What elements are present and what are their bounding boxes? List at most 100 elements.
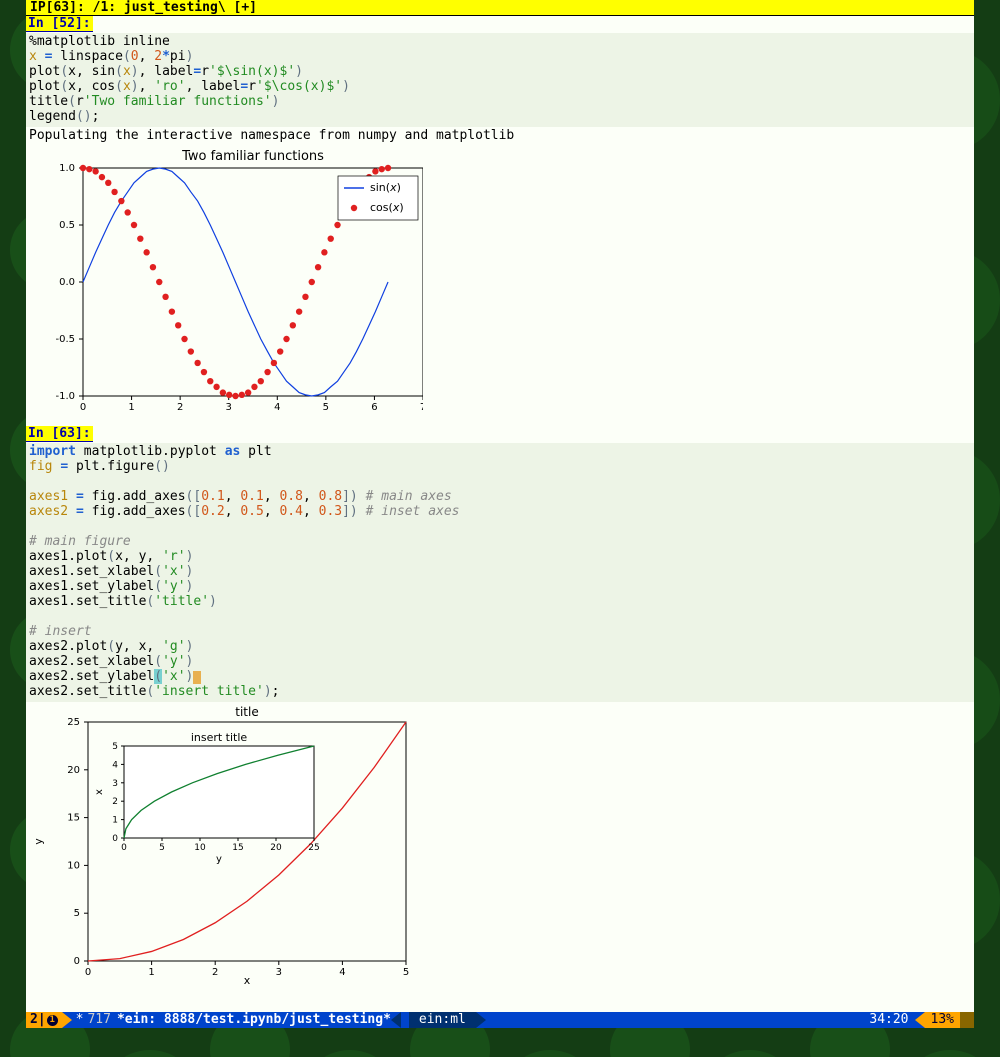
cursor: [193, 671, 201, 684]
svg-text:20: 20: [67, 765, 80, 776]
fn-ylabel: axes1.set_ylabel: [29, 579, 154, 594]
fn-ylabel: axes2.set_ylabel: [29, 669, 154, 684]
svg-text:5: 5: [159, 843, 165, 853]
major-mode[interactable]: ein:ml: [409, 1012, 476, 1028]
code-input[interactable]: import matplotlib.pyplot as plt fig = pl…: [26, 443, 974, 702]
svg-text:0.5: 0.5: [59, 220, 75, 231]
num: 0.8: [279, 489, 302, 504]
num: 0.4: [279, 504, 302, 519]
fn-add-axes: fig.add_axes: [84, 504, 186, 519]
svg-text:y: y: [216, 854, 222, 865]
svg-text:-1.0: -1.0: [55, 391, 75, 402]
notebook-cell-63[interactable]: In [63]: import matplotlib.pyplot as plt…: [26, 426, 974, 996]
num: 2: [154, 49, 162, 64]
str: 'g': [162, 639, 185, 654]
svg-text:1: 1: [128, 402, 134, 413]
raw-prefix: r: [76, 94, 84, 109]
svg-text:5: 5: [323, 402, 329, 413]
workspace-count: 2: [30, 1012, 38, 1028]
svg-text:1: 1: [112, 816, 118, 826]
fn-linspace: linspace: [52, 49, 122, 64]
magic-command: %matplotlib inline: [29, 34, 170, 49]
num: 0.2: [201, 504, 224, 519]
chart-output-1: 01234567-1.0-0.50.00.51.0Two familiar fu…: [26, 144, 974, 426]
svg-text:y: y: [32, 838, 45, 845]
var-x: x: [123, 64, 131, 79]
svg-text:5: 5: [403, 967, 409, 978]
var-x: x: [29, 49, 45, 64]
args: x, y,: [115, 549, 162, 564]
svg-text:4: 4: [274, 402, 280, 413]
num: 0.5: [240, 504, 263, 519]
svg-text:3: 3: [226, 402, 232, 413]
svg-text:15: 15: [232, 843, 243, 853]
fn-xlabel: axes2.set_xlabel: [29, 654, 154, 669]
modified-indicator: *: [72, 1012, 88, 1028]
cell-output-text: Populating the interactive namespace fro…: [26, 127, 974, 144]
svg-text:4: 4: [339, 967, 345, 978]
raw-prefix: r: [248, 79, 256, 94]
var-axes1: axes1: [29, 489, 76, 504]
str: 'x': [162, 669, 185, 684]
svg-text:25: 25: [67, 717, 80, 728]
fn-legend: legend: [29, 109, 76, 124]
svg-text:10: 10: [194, 843, 206, 853]
svg-text:sin(x): sin(x): [370, 181, 401, 194]
editor-buffer[interactable]: IP[63]: /1: just_testing\ [+] In [52]: %…: [26, 0, 974, 1012]
notebook-cell-52[interactable]: In [52]: %matplotlib inline x = linspace…: [26, 16, 974, 426]
svg-text:6: 6: [371, 402, 377, 413]
str: 'y': [162, 654, 185, 669]
module: matplotlib.pyplot: [76, 444, 225, 459]
str: 'x': [162, 564, 185, 579]
fn-plot: plot: [29, 64, 60, 79]
var-x: x: [123, 79, 131, 94]
svg-text:5: 5: [74, 908, 80, 919]
kw-import: import: [29, 444, 76, 459]
svg-text:cos(x): cos(x): [370, 201, 404, 214]
svg-text:x: x: [244, 974, 251, 987]
svg-text:25: 25: [308, 843, 319, 853]
str: 'r': [162, 549, 185, 564]
svg-text:2: 2: [177, 402, 183, 413]
str: '$\cos(x)$': [256, 79, 342, 94]
raw-prefix: r: [201, 64, 209, 79]
var-pi: pi: [170, 49, 186, 64]
buffer-name[interactable]: *ein: 8888/test.ipynb/just_testing*: [111, 1012, 391, 1028]
cell-prompt: In [52]:: [26, 16, 93, 32]
svg-text:0: 0: [112, 834, 118, 844]
kwarg: , label: [186, 79, 241, 94]
svg-text:3: 3: [276, 967, 282, 978]
str: 'Two familiar functions': [84, 94, 272, 109]
fn-title: title: [29, 94, 68, 109]
svg-text:5: 5: [112, 742, 118, 752]
comment: # inset axes: [366, 504, 460, 519]
kwarg: , label: [139, 64, 194, 79]
num: 0.8: [319, 489, 342, 504]
svg-text:20: 20: [270, 843, 282, 853]
cell-prompt: In [63]:: [26, 426, 93, 442]
main-inset-chart: 0123450510152025titlexy0510152025012345i…: [28, 706, 423, 988]
svg-text:7: 7: [420, 402, 423, 413]
num: 0: [131, 49, 139, 64]
svg-text:2: 2: [112, 797, 118, 807]
var-fig: fig: [29, 459, 60, 474]
svg-text:insert title: insert title: [191, 731, 248, 744]
comment: # main axes: [366, 489, 452, 504]
str: 'ro': [154, 79, 185, 94]
svg-text:1.0: 1.0: [59, 163, 75, 174]
fn-title: axes2.set_title: [29, 684, 146, 699]
kw-as: as: [225, 444, 241, 459]
code-input[interactable]: %matplotlib inline x = linspace(0, 2*pi)…: [26, 33, 974, 127]
svg-text:0: 0: [74, 956, 80, 967]
svg-text:Two familiar functions: Two familiar functions: [181, 149, 324, 164]
str: 'insert title': [154, 684, 264, 699]
fn-plot: axes2.plot: [29, 639, 107, 654]
workspace-indicator[interactable]: 2 | 1: [26, 1012, 62, 1028]
fn-title: axes1.set_title: [29, 594, 146, 609]
comment: # main figure: [29, 534, 131, 549]
svg-text:4: 4: [112, 760, 118, 770]
sin-cos-chart: 01234567-1.0-0.50.00.51.0Two familiar fu…: [28, 148, 423, 418]
svg-text:0: 0: [85, 967, 91, 978]
buffer-title-bar: IP[63]: /1: just_testing\ [+]: [26, 0, 974, 16]
args: x, sin: [68, 64, 115, 79]
